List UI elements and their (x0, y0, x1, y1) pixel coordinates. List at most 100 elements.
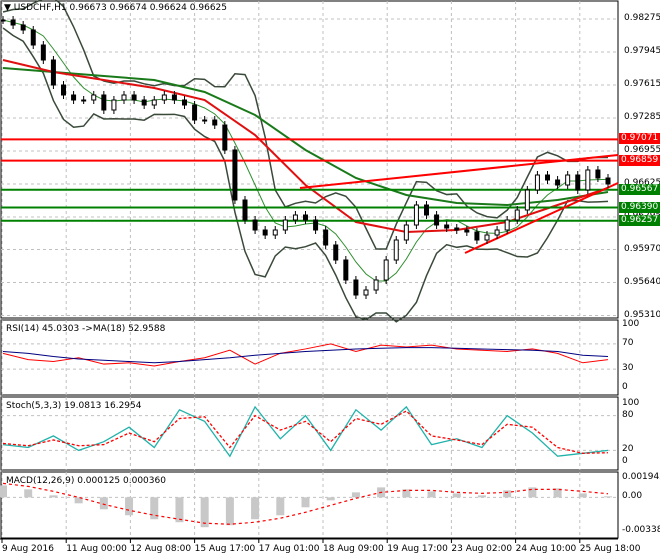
indicator-tick-label: 0.00 (622, 491, 643, 502)
candle-body (585, 169, 591, 191)
candle-body (464, 229, 470, 233)
candle-body (151, 99, 157, 106)
macd-bar (125, 497, 134, 516)
candle-body (222, 124, 228, 151)
candle-body (363, 289, 369, 296)
price-tick-label: 0.95310 (624, 309, 660, 320)
candle-body (192, 104, 198, 121)
candle-body (524, 189, 530, 211)
x-tick-label: 25 Aug 18:00 (579, 544, 641, 554)
dropdown-icon[interactable]: ▼ (4, 3, 11, 13)
indicator-tick-label: 100 (622, 398, 640, 408)
trendline (464, 182, 619, 254)
candle-body (131, 94, 137, 101)
price-tick-label: 0.95640 (624, 276, 660, 287)
indicator-tick-label: -0.003381 (622, 525, 660, 535)
candle-body (565, 174, 571, 186)
candle-body (91, 94, 97, 101)
candle-body (0, 19, 6, 22)
candle-body (20, 24, 26, 31)
candle-body (403, 224, 409, 241)
x-tick-label: 11 Aug 00:00 (66, 544, 127, 554)
macd-bar (175, 497, 184, 523)
candle-body (545, 174, 550, 181)
candle-body (171, 94, 177, 101)
candle-body (121, 94, 127, 101)
candle-body (111, 99, 117, 111)
macd-bar (251, 497, 260, 520)
candle-body (212, 119, 218, 126)
indicator-tick-label: 70 (622, 337, 634, 348)
candle-body (575, 174, 581, 191)
stoch-main-line (2, 405, 609, 458)
candle-body (313, 219, 319, 231)
candle-body (343, 259, 349, 281)
bollinger-lower (2, 27, 609, 323)
candle-body (413, 204, 419, 226)
macd-title: MACD(12,26,9) 0.000125 0.000360 (6, 476, 166, 486)
high: 0.96674 (109, 3, 147, 13)
macd-bar (452, 493, 461, 498)
rsi-ma-line (2, 347, 609, 364)
macd-bar (301, 497, 310, 508)
candle-body (323, 229, 329, 246)
candle-body (333, 244, 339, 261)
price-tick-label: 0.97945 (624, 46, 660, 56)
indicator-tick-label: 0 (622, 456, 628, 466)
candle-body (30, 29, 36, 46)
panel-0 (0, 0, 619, 319)
rsi-title: RSI(14) 45.0303 ->MA(18) 52.9588 (6, 324, 166, 334)
x-tick-label: 17 Aug 01:00 (258, 544, 320, 554)
candle-body (595, 169, 601, 179)
candle-body (383, 259, 389, 281)
candle-body (71, 94, 77, 101)
price-tick-label: 0.97285 (624, 112, 660, 122)
low: 0.96624 (149, 3, 187, 13)
macd-bar (276, 497, 285, 516)
macd-bar (0, 485, 7, 498)
candle-body (434, 214, 440, 226)
macd-bar (326, 497, 335, 501)
candle-body (454, 227, 460, 231)
candle-body (303, 214, 308, 221)
indicator-tick-label: 30 (622, 363, 634, 374)
candle-body (534, 174, 540, 191)
macd-bar (49, 495, 58, 498)
candle-body (141, 99, 147, 106)
x-tick-label: 24 Aug 10:00 (515, 544, 577, 554)
close: 0.96625 (189, 3, 227, 13)
candle-body (444, 224, 450, 229)
candle-body (555, 179, 561, 186)
x-tick-label: 12 Aug 08:00 (130, 544, 192, 554)
indicator-tick-label: 100 (622, 319, 640, 329)
candle-body (232, 149, 238, 201)
candle-body (252, 219, 258, 231)
candle-body (10, 19, 16, 26)
chart-header: ▼ USDCHF,H1 0.96673 0.96674 0.96624 0.96… (4, 3, 227, 13)
level-label: 0.96390 (619, 201, 660, 213)
candle-body (393, 239, 399, 261)
candle-body (182, 99, 187, 106)
macd-bar (225, 497, 234, 526)
price-tick-label: 0.96955 (624, 145, 660, 155)
indicator-tick-label: 20 (622, 444, 634, 455)
candle-body (474, 231, 480, 241)
macd-bar (503, 490, 512, 498)
level-label: 0.96567 (619, 183, 660, 195)
candle-body (202, 119, 208, 122)
candle-body (514, 209, 520, 221)
candle-body (353, 279, 359, 296)
candle-body (262, 229, 268, 236)
level-label: 0.96257 (619, 214, 660, 226)
candle-body (40, 44, 46, 61)
macd-bar (477, 495, 486, 498)
indicator-tick-label: 0 (622, 382, 628, 392)
candle-body (605, 177, 611, 185)
level-label: 0.97071 (619, 133, 660, 145)
stoch-signal-line (2, 410, 609, 454)
price-tick-label: 0.95970 (624, 243, 660, 254)
macd-bar (578, 493, 587, 498)
candle-body (484, 234, 490, 241)
candle-body (81, 99, 87, 102)
macd-bar (604, 496, 612, 498)
